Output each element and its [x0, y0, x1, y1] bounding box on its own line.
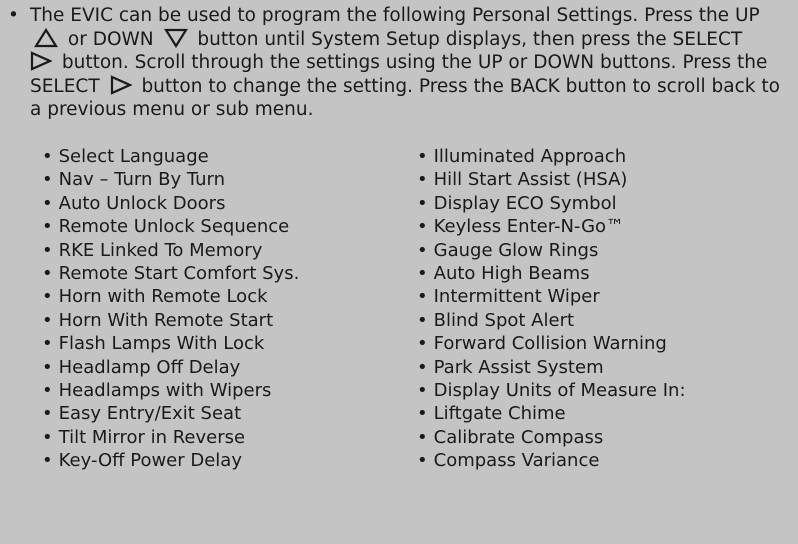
list-item: • Tilt Mirror in Reverse	[42, 426, 246, 448]
list-item-label: Park Assist System	[433, 356, 604, 378]
list-item: • Gauge Glow Rings	[417, 239, 599, 261]
intro-text-1: The EVIC can be used to program the foll…	[30, 5, 760, 26]
down-triangle-icon	[163, 28, 188, 48]
settings-list-left: • Select Language • Nav – Turn By Turn • Au…	[42, 145, 299, 472]
list-item-label: Nav – Turn By Turn	[58, 169, 225, 191]
list-item-label: Easy Entry/Exit Seat	[58, 403, 242, 425]
list-item: • Illuminated Approach	[417, 146, 627, 167]
manual-page: • The EVIC can be used to program the fo…	[0, 0, 798, 544]
intro-text-3: button until System Setup displays, then…	[197, 28, 743, 50]
list-item-label: Auto High Beams	[433, 262, 590, 284]
intro-paragraph: • The EVIC can be used to program the fo…	[4, 4, 794, 122]
list-item: • Blind Spot Alert	[417, 309, 575, 331]
list-item: • Key-Off Power Delay	[42, 450, 242, 472]
list-item-label: Compass Variance	[433, 450, 600, 472]
list-item: • Easy Entry/Exit Seat	[42, 403, 242, 425]
list-item: • Remote Unlock Sequence	[42, 216, 290, 238]
list-item-label: Intermittent Wiper	[433, 286, 600, 308]
up-triangle-icon	[34, 27, 58, 48]
list-item: • Select Language	[42, 146, 209, 167]
list-item: • Hill Start Assist (HSA)	[417, 169, 628, 191]
list-item-label: Tilt Mirror in Reverse	[58, 426, 246, 448]
list-item: • Horn With Remote Start	[42, 309, 274, 331]
list-item-label: Headlamps with Wipers	[58, 379, 272, 401]
list-item: • Headlamps with Wipers	[42, 379, 272, 401]
list-item-label: Forward Collision Warning	[433, 333, 667, 355]
list-item-label: Calibrate Compass	[433, 426, 604, 448]
list-item-label: Remote Unlock Sequence	[58, 216, 290, 238]
intro-text-5: button to change the setting. Press the …	[30, 75, 780, 121]
list-item-label: Auto Unlock Doors	[58, 192, 226, 214]
list-item-label: Illuminated Approach	[433, 146, 627, 167]
bullet-marker: •	[8, 5, 19, 26]
list-item: • Display Units of Measure In:	[417, 379, 686, 401]
intro-text-2: or DOWN	[67, 28, 154, 50]
list-item: • Liftgate Chime	[417, 403, 566, 425]
list-item: • Flash Lamps With Lock	[42, 333, 265, 355]
list-item-label: Key-Off Power Delay	[58, 450, 242, 472]
select-arrow-icon	[30, 51, 52, 71]
list-item: • Forward Collision Warning	[417, 333, 667, 355]
list-item-label: Headlamp Off Delay	[58, 356, 241, 378]
list-item-label: Select Language	[58, 146, 209, 167]
list-item-label: Blind Spot Alert	[433, 309, 575, 331]
list-item-label: Liftgate Chime	[433, 403, 566, 425]
list-item-label: Remote Start Comfort Sys.	[58, 262, 300, 284]
list-item: • Headlamp Off Delay	[42, 356, 241, 378]
select-arrow-icon	[110, 74, 132, 95]
list-item: • RKE Linked To Memory	[42, 239, 263, 261]
list-item: • Display ECO Symbol	[417, 192, 617, 214]
list-item-label: Flash Lamps With Lock	[58, 333, 265, 355]
list-item: • Nav – Turn By Turn	[42, 169, 225, 191]
list-item: • Compass Variance	[417, 450, 600, 472]
list-item: • Auto Unlock Doors	[42, 192, 226, 214]
list-item-label: Horn with Remote Lock	[58, 286, 268, 308]
list-item: • Remote Start Comfort Sys.	[42, 262, 300, 284]
list-item: • Park Assist System	[417, 356, 604, 378]
list-item-label: Gauge Glow Rings	[433, 239, 599, 261]
list-item-label: Keyless Enter-N-Go™	[433, 216, 625, 238]
list-item-label: Display ECO Symbol	[433, 192, 617, 214]
list-item: • Horn with Remote Lock	[42, 286, 268, 308]
list-item-label: Hill Start Assist (HSA)	[433, 169, 628, 191]
list-item-label: Display Units of Measure In:	[433, 379, 686, 401]
settings-list-right: • Illuminated Approach • Hill Start Assist…	[417, 145, 686, 472]
list-item-label: Horn With Remote Start	[58, 309, 274, 331]
list-item: • Auto High Beams	[417, 262, 590, 284]
list-item: • Calibrate Compass	[417, 426, 604, 448]
list-item: • Keyless Enter-N-Go™	[417, 216, 625, 238]
list-item: • Intermittent Wiper	[417, 286, 600, 308]
list-item-label: RKE Linked To Memory	[58, 239, 263, 261]
intro-text: The EVIC can be used to program the foll…	[30, 4, 794, 122]
